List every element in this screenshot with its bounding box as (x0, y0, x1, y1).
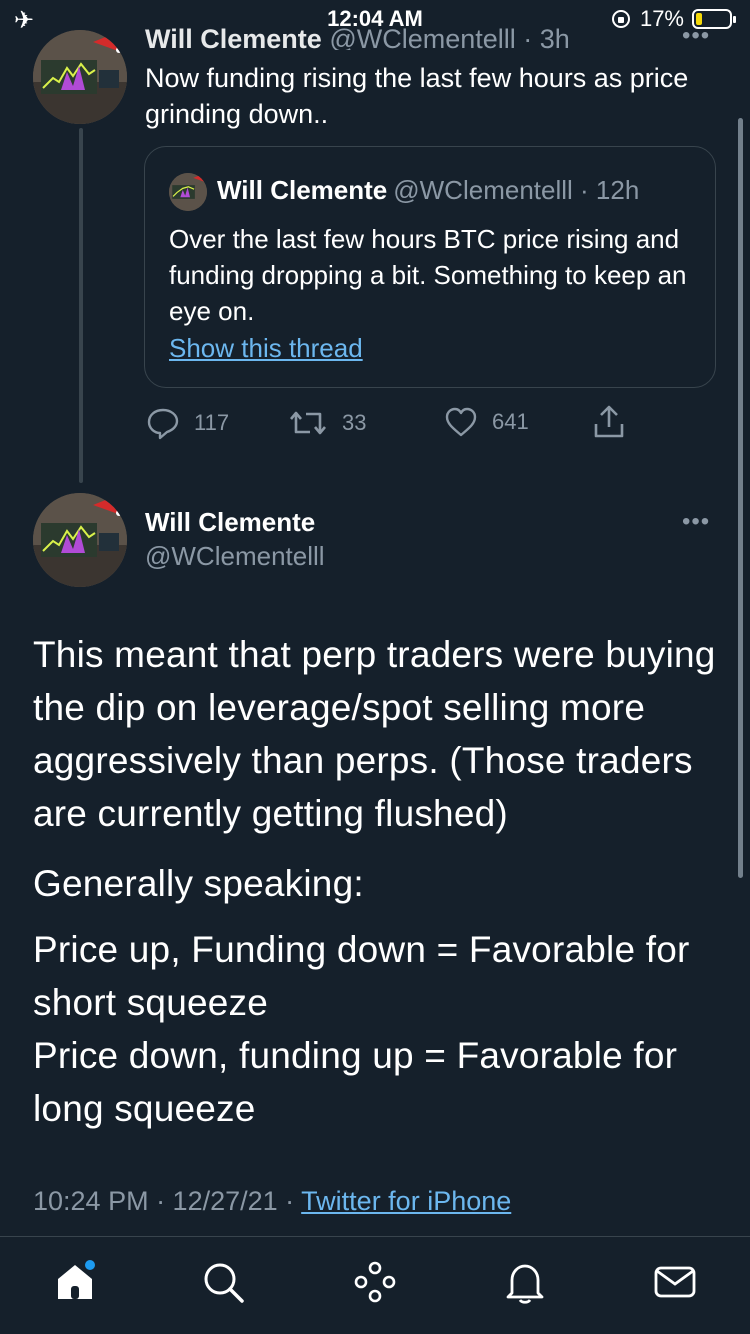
bottom-nav (0, 1237, 750, 1334)
share-button[interactable] (592, 404, 626, 440)
retweet-button[interactable]: 33 (288, 406, 366, 440)
quoted-avatar (169, 173, 207, 211)
orientation-lock-icon (611, 10, 630, 28)
like-button[interactable]: 641 (444, 406, 529, 438)
avatar-image (33, 30, 127, 124)
share-icon (594, 405, 624, 438)
quoted-header: Will Clemente @WClementelll · 12h (217, 175, 639, 206)
quoted-text: Over the last few hours BTC price rising… (169, 224, 687, 326)
main-more-options-icon[interactable]: ••• (682, 508, 710, 536)
notifications-icon[interactable] (502, 1259, 548, 1305)
tweet-time-date: 10:24 PM · 12/27/21 · (33, 1186, 302, 1216)
thread-line (79, 128, 83, 483)
main-tweet-paragraph-3: Price up, Funding down = Favorable for s… (33, 923, 723, 1135)
main-author-handle[interactable]: @WClementelll (145, 541, 325, 572)
more-options-icon[interactable]: ••• (682, 22, 710, 50)
tweet-timestamp-row: 10:24 PM · 12/27/21 · Twitter for iPhone (33, 1186, 511, 1217)
main-tweet-paragraph-1: This meant that perp traders were buying… (33, 634, 716, 834)
main-author-name[interactable]: Will Clemente (145, 507, 315, 538)
quoted-author-name: Will Clemente (217, 175, 388, 205)
quoted-tweet-card[interactable]: Will Clemente @WClementelll · 12h Over th… (144, 146, 716, 388)
tweet-header: Will Clemente @WClementelll · 3h (145, 28, 570, 50)
quoted-meta: @WClementelll · 12h (393, 175, 640, 205)
battery-percent: 17% (639, 6, 684, 31)
tweet-author-name[interactable]: Will Clemente (145, 28, 322, 50)
main-avatar[interactable] (33, 493, 127, 587)
main-tweet-paragraph-2: Generally speaking: (33, 863, 364, 904)
reply-button[interactable]: 117 (146, 406, 229, 440)
status-right: 17% (610, 6, 736, 32)
spaces-icon[interactable] (352, 1259, 398, 1305)
messages-icon[interactable] (652, 1259, 698, 1305)
tweet-source-link[interactable]: Twitter for iPhone (301, 1186, 511, 1216)
search-icon[interactable] (200, 1259, 246, 1305)
main-tweet-line-3a: Price up, Funding down = Favorable for s… (33, 929, 690, 1023)
reply-icon (147, 408, 179, 440)
tweet-text: Now funding rising the last few hours as… (145, 63, 689, 129)
tweet-handle-time: @WClementelll · 3h (329, 28, 570, 50)
quoted-avatar-image (169, 173, 207, 211)
scrollbar[interactable] (738, 118, 743, 878)
like-count: 641 (492, 409, 529, 434)
reply-count: 117 (194, 410, 230, 435)
retweet-icon (290, 411, 326, 435)
show-thread-link[interactable]: Show this thread (169, 333, 363, 364)
retweet-count: 33 (342, 410, 367, 435)
heart-icon (445, 407, 477, 437)
main-tweet-line-3b: Price down, funding up = Favorable for l… (33, 1035, 678, 1129)
main-avatar-image (33, 493, 127, 587)
home-icon[interactable] (52, 1259, 98, 1305)
avatar[interactable] (33, 30, 127, 124)
